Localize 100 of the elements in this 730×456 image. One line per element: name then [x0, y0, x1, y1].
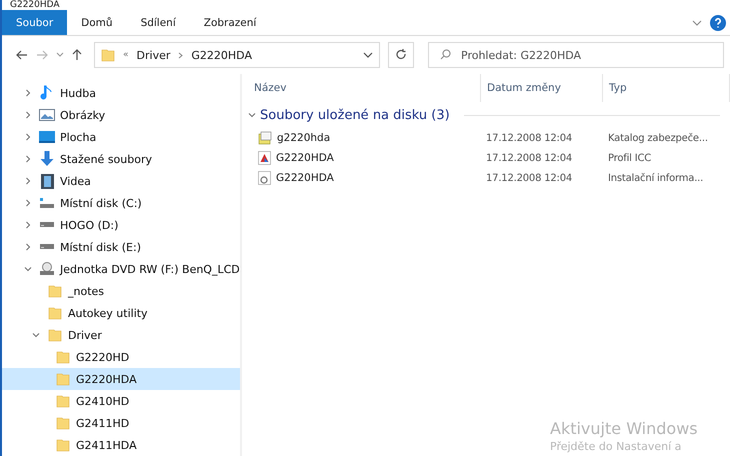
chevron-icon[interactable] — [248, 111, 256, 119]
tree-item-label: G2220HDA — [76, 372, 137, 386]
folder-icon — [56, 372, 70, 386]
tree-item-label: G2411HD — [76, 416, 130, 430]
file-date: 17.12.2008 12:04 — [486, 132, 574, 144]
tree-item-label: Stažené soubory — [60, 152, 152, 166]
chevron-icon[interactable] — [24, 243, 32, 251]
window-title: G2220HDA — [10, 0, 60, 10]
tree-item[interactable]: Driver — [2, 324, 240, 346]
folder-icon — [56, 416, 70, 430]
tree-item[interactable]: HOGO (D:) — [2, 214, 240, 236]
file-type: Instalační informa... — [608, 172, 704, 184]
column-header[interactable]: Typ — [603, 74, 730, 102]
folder-icon — [48, 306, 62, 320]
tree-item-label: G2220HD — [76, 350, 130, 364]
file-name[interactable]: g2220hda — [258, 131, 486, 145]
refresh-icon — [396, 49, 406, 61]
group-header[interactable]: Soubory uložené na disku (3) — [260, 108, 450, 122]
desktop-icon — [39, 131, 55, 143]
ribbon-tab[interactable]: Zobrazení — [190, 10, 270, 35]
file-type: Katalog zabezpeče... — [608, 132, 709, 144]
tree-item[interactable]: Hudba — [2, 82, 240, 104]
folder-icon — [56, 438, 70, 452]
folder-icon — [56, 394, 70, 408]
tree-item-label: Místní disk (E:) — [60, 240, 141, 254]
film-icon — [40, 174, 54, 188]
folder-icon — [48, 328, 62, 342]
chevron-icon[interactable] — [24, 89, 32, 97]
help-icon[interactable] — [710, 14, 726, 30]
file-name[interactable]: G2220HDA — [258, 151, 486, 165]
breadcrumb[interactable]: G2220HDA — [191, 48, 252, 62]
tree-item[interactable]: Místní disk (C:) — [2, 192, 240, 214]
tree-item[interactable]: Jednotka DVD RW (F:) BenQ_LCD — [2, 258, 240, 280]
tree-item-label: _notes — [68, 284, 104, 298]
tree-item-label: G2410HD — [76, 394, 130, 408]
chevron-icon[interactable] — [32, 331, 40, 339]
tree-item-label: Obrázky — [60, 108, 106, 122]
tree-item[interactable]: Plocha — [2, 126, 240, 148]
ribbon-tab[interactable]: Sdílení — [126, 10, 190, 35]
up-arrow-icon[interactable] — [72, 49, 82, 61]
drive-icon — [39, 222, 55, 228]
search-icon — [440, 49, 451, 60]
tree-item-label: Hudba — [60, 86, 96, 100]
tree-item[interactable]: Autokey utility — [2, 302, 240, 324]
tree-item[interactable]: Obrázky — [2, 104, 240, 126]
picture-icon — [39, 109, 55, 121]
settings-file-icon — [258, 171, 271, 185]
ribbon-tab[interactable]: Soubor — [2, 10, 68, 35]
chevron-icon[interactable] — [24, 265, 32, 273]
search-field[interactable]: Prohledat: G2220HDA — [428, 42, 724, 68]
certificate-file-icon — [258, 131, 272, 145]
file-date: 17.12.2008 12:04 — [486, 152, 574, 164]
chevron-icon[interactable] — [24, 155, 32, 163]
file-type: Profil ICC — [608, 152, 652, 164]
folder-icon — [56, 350, 70, 364]
folder-icon — [48, 284, 62, 298]
chevron-icon[interactable] — [692, 18, 702, 26]
tree-item[interactable]: Stažené soubory — [2, 148, 240, 170]
chevron-icon — [178, 52, 184, 58]
tree-item-label: Videa — [60, 174, 91, 188]
column-header[interactable]: Název — [248, 74, 481, 102]
tree-item-label: Plocha — [60, 130, 96, 144]
tree-item-label: Driver — [68, 328, 102, 342]
chevron-icon[interactable] — [24, 111, 32, 119]
tree-item[interactable]: Místní disk (E:) — [2, 236, 240, 258]
chevron-icon[interactable] — [24, 221, 32, 229]
file-date: 17.12.2008 12:04 — [486, 172, 574, 184]
dvd-drive-icon — [39, 262, 55, 276]
drive-icon — [39, 244, 55, 250]
tree-item[interactable]: Videa — [2, 170, 240, 192]
chevron-icon[interactable] — [24, 177, 32, 185]
download-arrow-icon — [40, 151, 54, 167]
drive-icon — [39, 197, 55, 209]
tree-item[interactable]: G2220HDA — [2, 368, 240, 390]
refresh-button[interactable] — [388, 42, 414, 68]
chevron-icon[interactable] — [363, 52, 373, 58]
address-bar[interactable]: « Driver G2220HDA — [94, 42, 380, 68]
color-profile-icon — [258, 151, 271, 165]
activation-title: Aktivujte Windows — [550, 418, 698, 440]
ribbon-tab[interactable]: Domů — [67, 10, 127, 35]
tree-item-label: Autokey utility — [68, 306, 148, 320]
tree-item[interactable]: G2410HD — [2, 390, 240, 412]
tree-item[interactable]: _notes — [2, 280, 240, 302]
chevron-icon[interactable] — [24, 199, 32, 207]
breadcrumb[interactable]: « — [123, 50, 129, 60]
tree-item-label: G2411HDA — [76, 438, 137, 452]
music-note-icon — [40, 85, 54, 101]
back-arrow-icon[interactable] — [16, 50, 28, 60]
folder-icon — [101, 48, 115, 62]
tree-item-label: Místní disk (C:) — [60, 196, 142, 210]
file-name[interactable]: G2220HDA — [258, 171, 486, 185]
tree-item-label: HOGO (D:) — [60, 218, 118, 232]
tree-item[interactable]: G2411HDA — [2, 434, 240, 456]
tree-item-label: Jednotka DVD RW (F:) BenQ_LCD — [60, 262, 240, 276]
column-header[interactable]: Datum změny — [481, 74, 603, 102]
tree-item[interactable]: G2411HD — [2, 412, 240, 434]
tree-item[interactable]: G2220HD — [2, 346, 240, 368]
chevron-icon[interactable] — [24, 133, 32, 141]
activation-text: Přejděte do Nastavení a — [550, 440, 682, 454]
breadcrumb[interactable]: Driver — [136, 48, 170, 62]
